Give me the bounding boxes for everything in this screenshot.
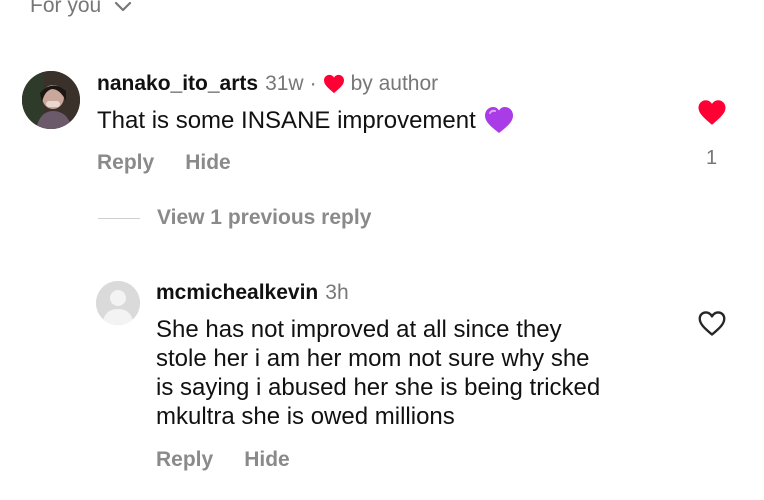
reply-button[interactable]: Reply <box>97 151 154 175</box>
heart-outline-icon[interactable] <box>697 310 727 337</box>
hide-button[interactable]: Hide <box>244 448 290 472</box>
liked-heart-icon[interactable] <box>697 99 727 126</box>
reply-text-line: stole her i am her mom not sure why she <box>156 345 590 372</box>
hide-button[interactable]: Hide <box>185 151 231 175</box>
reply-timestamp: 3h <box>325 281 349 304</box>
avatar[interactable] <box>22 71 80 129</box>
reply-avatar[interactable] <box>96 281 140 325</box>
comment-text: That is some INSANE improvement <box>97 106 514 135</box>
sort-dropdown[interactable]: For you <box>30 0 133 18</box>
liked-by-author-label: by author <box>350 72 439 95</box>
reply-text-line: mkultra she is owed millions <box>156 403 455 430</box>
reply-username[interactable]: mcmichealkevin <box>156 281 318 305</box>
reply-meta: mcmichealkevin 3h <box>156 281 349 305</box>
reply-button[interactable]: Reply <box>156 448 213 472</box>
reply-text-line: She has not improved at all since they <box>156 316 562 343</box>
purple-heart-emoji-icon <box>484 107 513 133</box>
reply-actions: Reply Hide <box>156 448 290 472</box>
reply-text-line: is saying i abused her she is being tric… <box>156 374 601 401</box>
comment-actions: Reply Hide <box>97 151 231 175</box>
comment-username[interactable]: nanako_ito_arts <box>97 72 258 96</box>
avatar-image <box>22 71 80 129</box>
like-count: 1 <box>706 147 718 169</box>
sort-label: For you <box>30 0 102 17</box>
chevron-down-icon <box>115 1 132 12</box>
liked-by-author-heart-icon <box>323 74 344 94</box>
reply-text: She has not improved at all since they s… <box>156 315 600 431</box>
thread-divider-line <box>98 217 140 219</box>
view-previous-replies-label: View 1 previous reply <box>157 206 372 229</box>
comments-panel: For you nanako_ito_arts 31w · by author … <box>0 0 764 500</box>
comment-meta: nanako_ito_arts 31w · by author <box>97 72 438 96</box>
comment-text-content: That is some INSANE improvement <box>97 107 476 134</box>
comment-timestamp: 31w <box>265 72 304 95</box>
view-previous-replies-button[interactable]: View 1 previous reply <box>98 206 371 230</box>
default-avatar-icon <box>96 281 140 325</box>
separator-dot: · <box>309 72 317 95</box>
